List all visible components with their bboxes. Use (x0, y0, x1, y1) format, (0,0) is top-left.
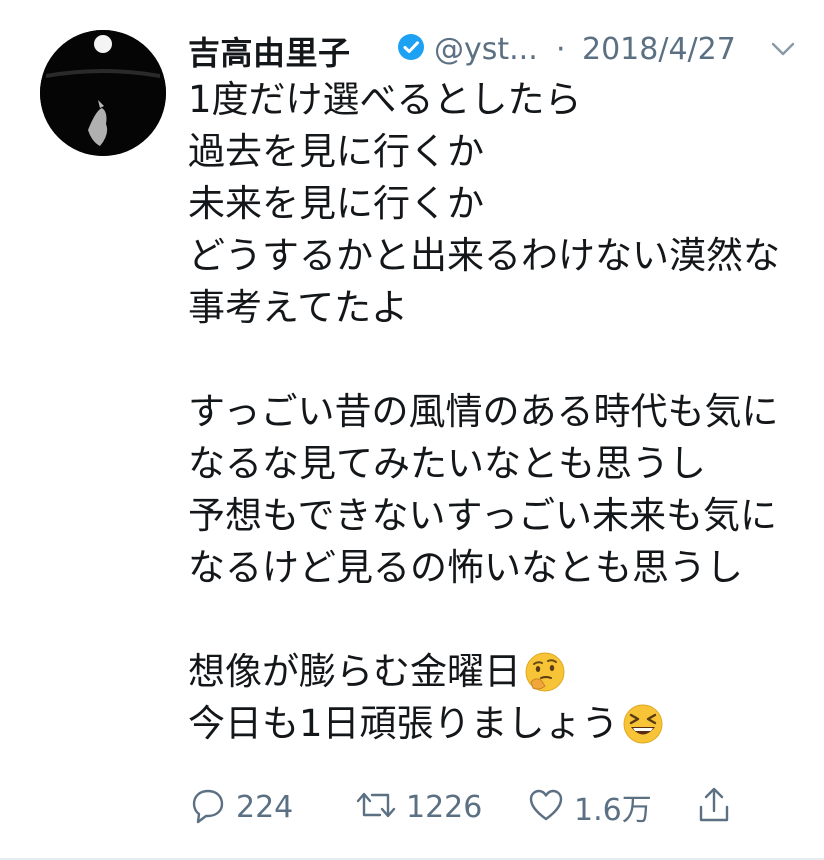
tweet-header: 吉高由里子 @yst... · 2018/4/27 (188, 26, 808, 72)
tweet-date[interactable]: 2018/4/27 (582, 32, 736, 67)
retweet-button[interactable]: 1226 (354, 782, 482, 832)
like-count: 1.6万 (574, 793, 652, 828)
heart-icon (526, 785, 566, 829)
verified-badge-icon (396, 32, 426, 62)
tweet-line: なるけど見るの怖いなとも思うし (188, 546, 743, 589)
tweet-line: 事考えてたよ (188, 286, 409, 329)
tweet-line-text: 今日も1日頑張りましょう (188, 702, 619, 745)
tweet-line: なるな見てみたいなとも思うし (188, 442, 706, 485)
tweet-card: 吉高由里子 @yst... · 2018/4/27 1度だけ選べるとしたら 過去… (0, 0, 824, 860)
tweet-line: 過去を見に行くか (188, 130, 484, 173)
reply-count: 224 (236, 789, 294, 825)
grinning-squinting-face-icon (621, 702, 665, 746)
tweet-line: すっごい昔の風情のある時代も気に (188, 390, 779, 433)
tweet-line-with-emoji: 今日も1日頑張りましょう (188, 698, 788, 750)
tweet-line: 未来を見に行くか (188, 182, 484, 225)
tweet-line-text: 想像が膨らむ金曜日 (188, 650, 521, 693)
author-name[interactable]: 吉高由里子 (188, 28, 351, 74)
tweet-line-with-emoji: 想像が膨らむ金曜日 (188, 646, 788, 698)
separator-dot: · (556, 32, 566, 67)
like-button[interactable]: 1.6万 (526, 782, 652, 832)
tweet-actions: 224 1226 1.6万 (188, 782, 748, 832)
avatar-image (40, 30, 166, 156)
share-icon (694, 785, 734, 829)
tweet-line: 予想もできないすっごい未来も気に (188, 494, 778, 537)
tweet-text: 1度だけ選べるとしたら 過去を見に行くか 未来を見に行くか どうするかと出来るわ… (188, 74, 788, 750)
chevron-down-icon[interactable] (768, 38, 798, 60)
share-button[interactable] (694, 782, 734, 832)
author-handle[interactable]: @yst... (434, 32, 538, 67)
tweet-line: 1度だけ選べるとしたら (188, 78, 582, 121)
reply-icon (188, 785, 228, 829)
retweet-count: 1226 (406, 789, 483, 825)
thinking-face-icon (523, 650, 567, 694)
avatar[interactable] (40, 30, 166, 156)
tweet-line: どうするかと出来るわけない漠然な (188, 234, 780, 277)
retweet-icon (354, 785, 398, 829)
reply-button[interactable]: 224 (188, 782, 293, 832)
